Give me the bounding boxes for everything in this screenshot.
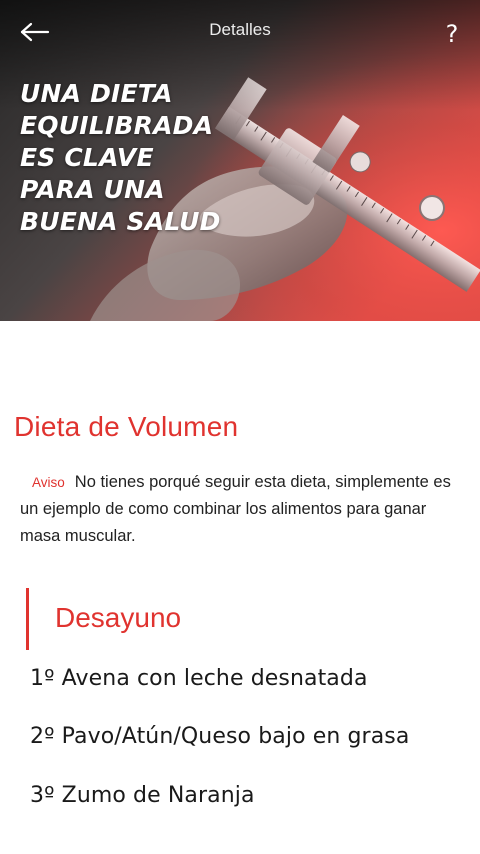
diet-details-screen: UNA DIETA EQUILIBRADA ES CLAVE PARA UNA …	[0, 0, 480, 854]
arrow-left-icon	[20, 22, 50, 42]
hero-headline: UNA DIETA EQUILIBRADA ES CLAVE PARA UNA …	[20, 78, 280, 238]
diet-title: Dieta de Volumen	[14, 411, 239, 442]
top-app-bar: Detalles ?	[0, 0, 480, 60]
hero-headline-line: ES CLAVE	[20, 143, 154, 172]
notice-text: No tienes porqué seguir esta dieta, simp…	[20, 473, 451, 545]
meal-item: 3º Zumo de Naranja	[30, 783, 255, 808]
help-button[interactable]: ?	[434, 14, 470, 54]
meal-item: 1º Avena con leche desnatada	[30, 666, 368, 691]
hero-headline-line: UNA DIETA	[20, 79, 173, 108]
diet-notice: Aviso No tienes porqué seguir esta dieta,…	[20, 469, 470, 550]
hero-headline-line: BUENA SALUD	[20, 207, 221, 236]
notice-badge: Aviso	[32, 475, 65, 490]
meal-title: Desayuno	[55, 602, 182, 633]
hero-headline-line: PARA UNA	[20, 175, 165, 204]
meal-header: Desayuno	[26, 588, 181, 650]
question-mark-icon: ?	[445, 20, 459, 48]
meal-item: 2º Pavo/Atún/Queso bajo en grasa	[30, 724, 410, 749]
hero-banner: UNA DIETA EQUILIBRADA ES CLAVE PARA UNA …	[0, 0, 480, 321]
back-button[interactable]	[14, 14, 58, 50]
hero-headline-line: EQUILIBRADA	[20, 111, 214, 140]
screen-title: Detalles	[209, 20, 271, 39]
